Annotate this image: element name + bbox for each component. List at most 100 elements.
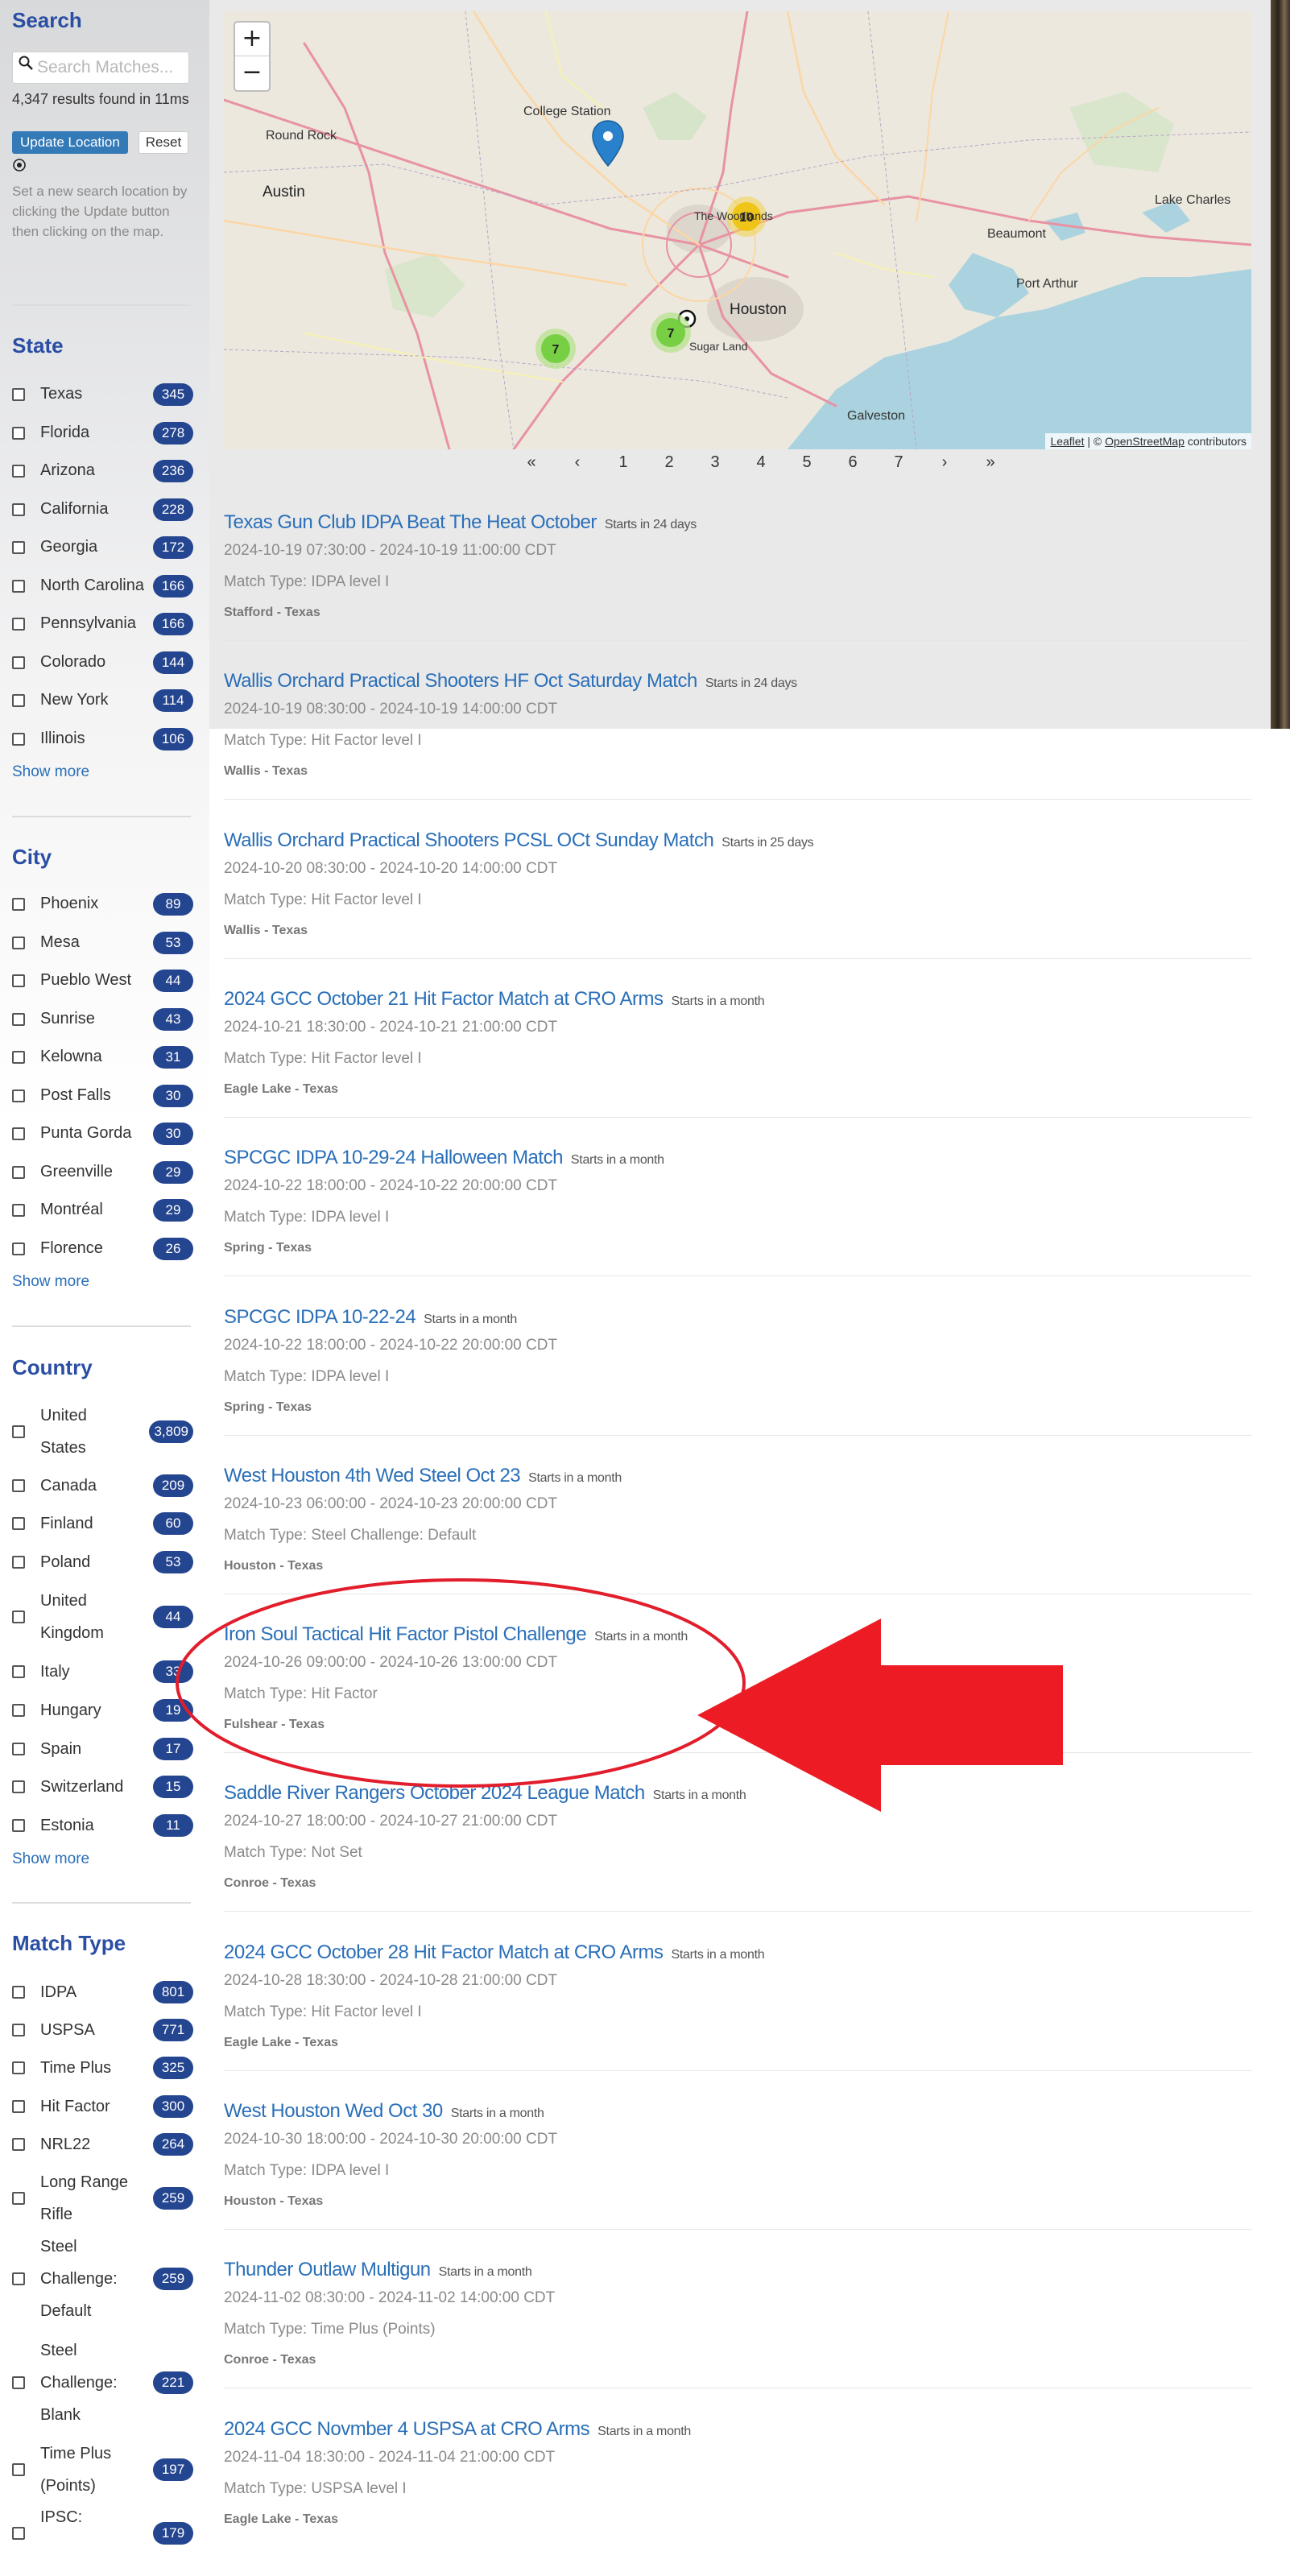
match-title-link[interactable]: Saddle River Rangers October 2024 League… [224, 1782, 645, 1804]
checkbox[interactable] [12, 426, 25, 440]
match-title-link[interactable]: 2024 GCC Novmber 4 USPSA at CRO Arms [224, 2418, 590, 2440]
pagination-item[interactable]: 3 [699, 453, 731, 472]
match-type-filter-item[interactable]: Steel Challenge: Blank 221 [12, 2334, 193, 2431]
checkbox[interactable] [12, 465, 25, 478]
checkbox[interactable] [12, 2138, 25, 2151]
state-filter-item[interactable]: Texas 345 [12, 378, 193, 411]
country-filter-item[interactable]: Italy 33 [12, 1656, 193, 1688]
checkbox[interactable] [12, 1665, 25, 1678]
country-filter-item[interactable]: Finland 60 [12, 1507, 193, 1540]
state-filter-item[interactable]: Georgia 172 [12, 531, 193, 564]
checkbox[interactable] [12, 2527, 25, 2540]
zoom-in-button[interactable]: + [235, 23, 269, 56]
city-filter-item[interactable]: Mesa 53 [12, 927, 193, 959]
country-filter-item[interactable]: United Kingdom 44 [12, 1585, 193, 1649]
match-title-link[interactable]: 2024 GCC October 28 Hit Factor Match at … [224, 1941, 664, 1963]
checkbox[interactable] [12, 1204, 25, 1217]
checkbox[interactable] [12, 2463, 25, 2476]
checkbox[interactable] [12, 541, 25, 554]
zoom-out-button[interactable]: − [235, 56, 269, 90]
city-filter-item[interactable]: Phoenix 89 [12, 888, 193, 920]
reset-button[interactable]: Reset [139, 131, 188, 154]
checkbox[interactable] [12, 502, 25, 516]
match-title-link[interactable]: Iron Soul Tactical Hit Factor Pistol Cha… [224, 1623, 587, 1645]
country-filter-item[interactable]: Switzerland 15 [12, 1771, 193, 1803]
match-title-link[interactable]: Wallis Orchard Practical Shooters HF Oct… [224, 670, 697, 692]
match-title-link[interactable]: Wallis Orchard Practical Shooters PCSL O… [224, 829, 714, 851]
country-filter-item[interactable]: United States 3,809 [12, 1400, 193, 1464]
checkbox[interactable] [12, 1165, 25, 1179]
match-title-link[interactable]: 2024 GCC October 21 Hit Factor Match at … [224, 988, 664, 1010]
checkbox[interactable] [12, 2192, 25, 2205]
country-filter-item[interactable]: Hungary 19 [12, 1694, 193, 1726]
checkbox[interactable] [12, 2061, 25, 2074]
match-type-filter-item[interactable]: NRL22 264 [12, 2128, 193, 2160]
state-filter-item[interactable]: Pennsylvania 166 [12, 608, 193, 640]
pagination-item[interactable]: 7 [883, 453, 915, 472]
checkbox[interactable] [12, 694, 25, 707]
map[interactable]: 10 7 7 College Station Round Rock Austin… [224, 11, 1251, 449]
checkbox[interactable] [12, 1479, 25, 1492]
checkbox[interactable] [12, 1819, 25, 1832]
match-title-link[interactable]: West Houston Wed Oct 30 [224, 2100, 443, 2122]
country-filter-item[interactable]: Poland 53 [12, 1546, 193, 1578]
state-filter-item[interactable]: Colorado 144 [12, 647, 193, 679]
match-title-link[interactable]: SPCGC IDPA 10-29-24 Halloween Match [224, 1147, 563, 1168]
checkbox[interactable] [12, 1425, 25, 1438]
pagination-item[interactable]: « [515, 453, 548, 472]
checkbox[interactable] [12, 1012, 25, 1026]
match-type-filter-item[interactable]: Steel Challenge: Default 259 [12, 2231, 193, 2327]
city-filter-item[interactable]: Sunrise 43 [12, 1003, 193, 1036]
state-filter-item[interactable]: Florida 278 [12, 417, 193, 449]
checkbox[interactable] [12, 1611, 25, 1623]
search-input[interactable] [12, 52, 189, 84]
state-filter-item[interactable]: Arizona 236 [12, 455, 193, 487]
checkbox[interactable] [12, 1704, 25, 1717]
pagination-item[interactable]: » [974, 453, 1007, 472]
match-type-filter-item[interactable]: Hit Factor 300 [12, 2090, 193, 2123]
osm-link[interactable]: OpenStreetMap [1105, 435, 1185, 448]
leaflet-link[interactable]: Leaflet [1050, 435, 1084, 448]
country-filter-item[interactable]: Estonia 11 [12, 1809, 193, 1842]
match-type-filter-item[interactable]: IDPA 801 [12, 1976, 193, 2008]
pagination-item[interactable]: 2 [653, 453, 685, 472]
state-filter-item[interactable]: New York 114 [12, 684, 193, 717]
match-type-filter-item[interactable]: IPSC: 179 [12, 2501, 193, 2566]
checkbox[interactable] [12, 936, 25, 949]
pagination-item[interactable]: ‹ [561, 453, 593, 472]
match-type-filter-item[interactable]: Time Plus 325 [12, 2052, 193, 2084]
checkbox[interactable] [12, 732, 25, 746]
checkbox[interactable] [12, 2024, 25, 2036]
city-filter-item[interactable]: Greenville 29 [12, 1156, 193, 1189]
checkbox[interactable] [12, 898, 25, 911]
checkbox[interactable] [12, 1127, 25, 1140]
pagination-item[interactable]: 4 [745, 453, 777, 472]
checkbox[interactable] [12, 1089, 25, 1102]
checkbox[interactable] [12, 1556, 25, 1569]
city-filter-item[interactable]: Kelowna 31 [12, 1041, 193, 1073]
match-type-filter-item[interactable]: Time Plus (Points) 197 [12, 2437, 193, 2502]
checkbox[interactable] [12, 1743, 25, 1755]
pagination-item[interactable]: 1 [607, 453, 639, 472]
checkbox[interactable] [12, 974, 25, 987]
checkbox[interactable] [12, 2376, 25, 2389]
state-filter-item[interactable]: California 228 [12, 494, 193, 526]
country-filter-item[interactable]: Canada 209 [12, 1470, 193, 1502]
checkbox[interactable] [12, 1051, 25, 1064]
city-filter-item[interactable]: Punta Gorda 30 [12, 1118, 193, 1150]
checkbox[interactable] [12, 1242, 25, 1255]
match-title-link[interactable]: SPCGC IDPA 10-22-24 [224, 1306, 416, 1328]
city-filter-item[interactable]: Montréal 29 [12, 1194, 193, 1226]
pagination-item[interactable]: › [928, 453, 961, 472]
city-filter-item[interactable]: Pueblo West 44 [12, 965, 193, 997]
checkbox[interactable] [12, 388, 25, 401]
checkbox[interactable] [12, 2100, 25, 2113]
state-filter-item[interactable]: Illinois 106 [12, 723, 193, 755]
checkbox[interactable] [12, 1517, 25, 1530]
checkbox[interactable] [12, 2272, 25, 2285]
checkbox[interactable] [12, 579, 25, 593]
checkbox[interactable] [12, 1986, 25, 1999]
state-show-more-link[interactable]: Show more [12, 763, 89, 781]
pagination-item[interactable]: 6 [837, 453, 869, 472]
update-location-button[interactable]: Update Location [12, 131, 128, 154]
